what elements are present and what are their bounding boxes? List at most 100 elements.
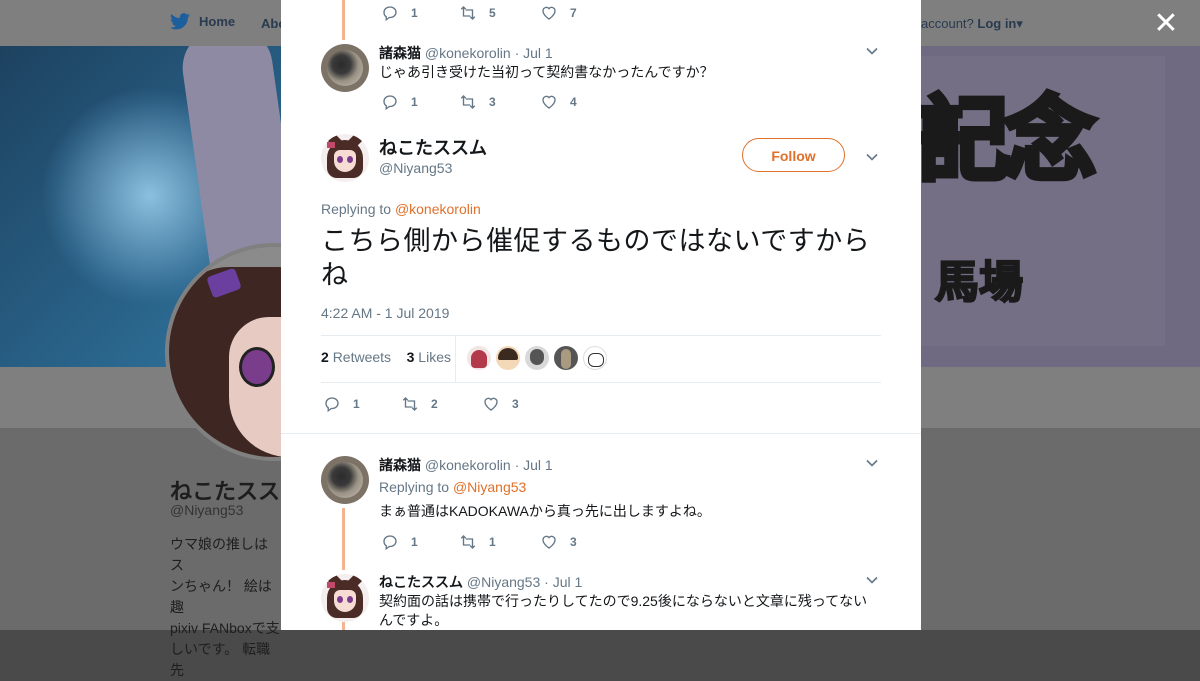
reply-count: 1 (353, 397, 360, 411)
retweet-count: 3 (489, 95, 496, 109)
bio-line: ンちゃん！ 絵は趣 (170, 578, 272, 615)
tweet-author[interactable]: ねこたススム @Niyang53 · Jul 1 (379, 572, 582, 592)
retweets-count: 2 (321, 349, 329, 365)
divider (281, 433, 921, 434)
avatar-eye (239, 347, 275, 387)
liker-avatar[interactable] (496, 346, 520, 370)
like-button[interactable]: 3 (482, 395, 519, 413)
follow-button[interactable]: Follow (742, 138, 845, 172)
bio-line: しいです。 転職先 (170, 641, 271, 678)
liker-avatar[interactable] (525, 346, 549, 370)
avatar[interactable] (321, 574, 369, 622)
retweet-count: 1 (489, 535, 496, 549)
retweet-button[interactable]: 2 (401, 395, 482, 413)
retweets-label: Retweets (332, 349, 392, 365)
like-count: 4 (570, 95, 577, 109)
reply-icon (325, 397, 339, 413)
tweet-text: じゃあ引き受けた当初って契約書なかったんですか？ (379, 64, 714, 80)
retweet-icon (402, 397, 418, 411)
like-count: 7 (570, 6, 577, 20)
retweet-icon (460, 95, 476, 109)
author-handle: @Niyang53 (466, 574, 541, 590)
main-author-handle[interactable]: @Niyang53 (379, 160, 452, 176)
divider (321, 382, 881, 383)
tweet-stats: 2 Retweets 3 Likes (321, 349, 451, 365)
retweet-button[interactable]: 1 (459, 533, 540, 551)
stats-separator (455, 336, 456, 382)
liker-avatar[interactable] (467, 346, 491, 370)
tweet-date[interactable]: · Jul 1 (544, 574, 582, 590)
chevron-down-icon[interactable] (865, 150, 879, 164)
avatar-eye (337, 596, 343, 603)
chevron-down-icon[interactable] (865, 456, 879, 470)
likes-stat[interactable]: 3 Likes (407, 349, 451, 365)
chevron-down-icon[interactable] (865, 44, 879, 58)
reply-count: 1 (411, 535, 418, 549)
author-name: 諸森猫 (379, 457, 421, 473)
login-link[interactable]: Log in (977, 16, 1016, 31)
bio-line: ウマ娘の推しはス (170, 536, 268, 573)
avatar[interactable] (321, 134, 369, 182)
reply-icon (383, 6, 397, 22)
banner-subtitle: 馬場 (934, 257, 1024, 308)
author-name: ねこたススム (379, 574, 463, 590)
heart-icon (484, 397, 498, 411)
like-count: 3 (570, 535, 577, 549)
like-button[interactable]: 7 (540, 4, 577, 22)
reply-button[interactable]: 1 (323, 395, 401, 413)
reply-button[interactable]: 1 (381, 4, 459, 22)
liker-avatar[interactable] (583, 346, 607, 370)
like-button[interactable]: 4 (540, 93, 577, 111)
tweet-text: まぁ普通はKADOKAWAから真っ先に出しますよね。 (379, 503, 711, 519)
login-caret-icon[interactable]: ▾ (1016, 16, 1023, 31)
author-handle: @konekorolin (424, 457, 511, 473)
retweet-count: 2 (431, 397, 438, 411)
thread-line (342, 0, 345, 40)
main-author-name[interactable]: ねこたススム (379, 134, 487, 160)
retweet-icon (460, 535, 476, 549)
banner-title: 記念 (915, 85, 1098, 197)
tweet-timestamp[interactable]: 4:22 AM - 1 Jul 2019 (321, 305, 449, 321)
tweet-actions: 1 5 7 (381, 4, 577, 22)
avatar-ink (327, 50, 363, 86)
tweet-text-line: 契約面の話は携帯で行ったりしてたので9.25後にならないと文章に残ってない (379, 593, 868, 609)
close-icon[interactable]: ✕ (1152, 9, 1180, 39)
retweet-icon (460, 6, 476, 20)
likes-label: Likes (418, 349, 451, 365)
twitter-bird-icon (170, 13, 190, 30)
liker-avatars (467, 346, 607, 370)
avatar-bow (327, 142, 335, 148)
reply-button[interactable]: 1 (381, 93, 459, 111)
avatar-eye (347, 596, 353, 603)
avatar[interactable] (321, 44, 369, 92)
heart-icon (542, 6, 556, 20)
avatar-bow (327, 582, 335, 588)
tweet-modal: 1 5 7 諸森猫 @konekorolin · Jul 1 じゃあ引き受けた当… (281, 0, 921, 630)
avatar[interactable] (321, 456, 369, 504)
reply-button[interactable]: 1 (381, 533, 459, 551)
main-tweet-actions: 1 2 3 (323, 395, 519, 413)
reply-count: 1 (411, 95, 418, 109)
tweet-author[interactable]: 諸森猫 @konekorolin · Jul 1 (379, 43, 553, 63)
retweets-stat[interactable]: 2 Retweets (321, 349, 391, 365)
tweet-date[interactable]: · Jul 1 (515, 457, 553, 473)
retweet-button[interactable]: 5 (459, 4, 540, 22)
reply-icon (383, 535, 397, 551)
like-button[interactable]: 3 (540, 533, 577, 551)
avatar-eye (347, 156, 353, 163)
chevron-down-icon[interactable] (865, 573, 879, 587)
author-handle: @konekorolin (424, 45, 511, 61)
replying-to-link[interactable]: @konekorolin (395, 201, 481, 217)
replying-to: Replying to @konekorolin (321, 201, 481, 217)
main-tweet-text: こちら側から催促するものではないですからね (321, 226, 871, 291)
retweet-button[interactable]: 3 (459, 93, 540, 111)
nav-account: account? Log in▾ (921, 16, 1023, 32)
nav-home[interactable]: Home (170, 13, 235, 30)
reply-count: 1 (411, 6, 418, 20)
replying-to-link[interactable]: @Niyang53 (453, 479, 526, 495)
tweet-author[interactable]: 諸森猫 @konekorolin · Jul 1 (379, 455, 553, 475)
tweet-text-line: んですよ。 (379, 612, 449, 628)
avatar-eye (337, 156, 343, 163)
tweet-date[interactable]: · Jul 1 (515, 45, 553, 61)
liker-avatar[interactable] (554, 346, 578, 370)
